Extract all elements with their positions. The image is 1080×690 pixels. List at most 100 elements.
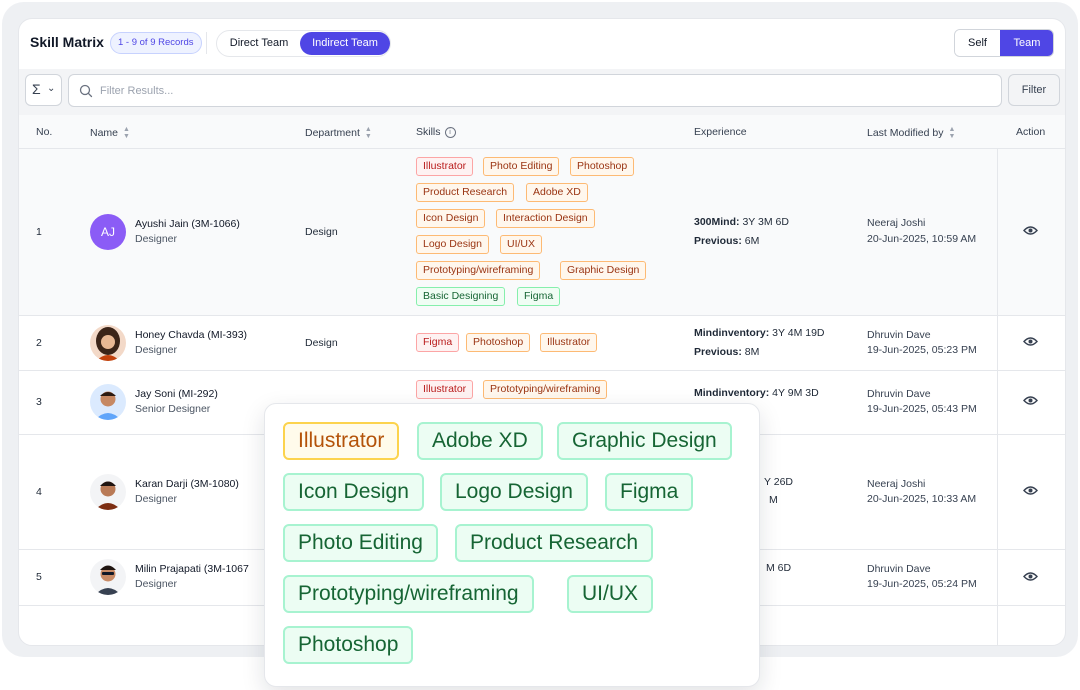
modified-by: Dhruvin Dave [867, 388, 931, 400]
skill-tag: Adobe XD [526, 183, 588, 202]
row-number: 2 [36, 337, 42, 349]
employee-role: Designer [135, 233, 178, 245]
modified-at: 20-Jun-2025, 10:59 AM [867, 233, 977, 245]
table-row[interactable]: 2 Honey Chavda (MI-393) Designer Design … [19, 316, 1065, 371]
col-header-action: Action [1016, 126, 1046, 138]
skill-tag: Icon Design [416, 209, 486, 228]
skill-tag: Illustrator [416, 380, 474, 399]
skill-tag: Photoshop [570, 157, 635, 176]
skill-tag: Graphic Design [560, 261, 647, 280]
filter-button[interactable]: Filter [1008, 74, 1060, 106]
eye-icon[interactable] [1023, 571, 1038, 582]
row-number: 3 [36, 396, 42, 408]
experience-previous: Previous: 6M [694, 235, 760, 247]
search-icon [79, 84, 93, 98]
records-count-badge: 1 - 9 of 9 Records [110, 32, 202, 54]
col-header-department[interactable]: Department ▲ ▼ [305, 126, 372, 140]
eye-icon[interactable] [1023, 336, 1038, 347]
skill-tag: Illustrator [540, 333, 598, 352]
sigma-icon: Σ [32, 81, 41, 97]
employee-name[interactable]: Honey Chavda (MI-393) [135, 329, 247, 341]
table-row[interactable]: 1 AJ Ayushi Jain (3M-1066) Designer Desi… [19, 149, 1065, 316]
employee-role: Designer [135, 493, 178, 505]
indirect-team-tab[interactable]: Indirect Team [300, 32, 390, 55]
employee-name[interactable]: Ayushi Jain (3M-1066) [135, 218, 240, 230]
skill-tag: Photoshop [466, 333, 531, 352]
modified-by: Neeraj Joshi [867, 478, 926, 490]
modified-at: 20-Jun-2025, 10:33 AM [867, 493, 977, 505]
popover-skill-tag: Figma [605, 473, 694, 511]
row-number: 1 [36, 226, 42, 238]
row-number: 4 [36, 486, 42, 498]
popover-skill-tag: Graphic Design [557, 422, 732, 460]
page-header: Skill Matrix 1 - 9 of 9 Records Direct T… [19, 19, 1065, 69]
col-header-experience: Experience [694, 126, 747, 138]
col-header-skills: Skills i [416, 126, 456, 138]
skill-tag: UI/UX [500, 235, 543, 254]
team-scope-toggle: Direct Team Indirect Team [216, 30, 391, 57]
direct-team-tab[interactable]: Direct Team [219, 32, 299, 55]
page-title: Skill Matrix [30, 34, 104, 50]
col-header-last-modified[interactable]: Last Modified by ▲ ▼ [867, 126, 955, 140]
skill-tag: Figma [416, 333, 460, 352]
col-header-name[interactable]: Name ▲ ▼ [90, 126, 130, 140]
filter-results-input[interactable] [100, 82, 980, 100]
modified-by: Neeraj Joshi [867, 217, 926, 229]
skill-tag: Basic Designing [416, 287, 506, 306]
popover-skill-tag: Prototyping/wireframing [283, 575, 534, 613]
modified-at: 19-Jun-2025, 05:23 PM [867, 344, 977, 356]
avatar [90, 559, 126, 595]
filter-bar: Σ ⌄ Filter [19, 69, 1065, 115]
avatar: AJ [90, 214, 126, 250]
chevron-down-icon: ⌄ [47, 83, 56, 94]
row-number: 5 [36, 571, 42, 583]
popover-skill-tag: Illustrator [283, 422, 400, 460]
avatar [90, 325, 126, 361]
experience-current: Y 26D [764, 476, 793, 488]
popover-skill-tag: Photo Editing [283, 524, 438, 562]
popover-skill-tag: Product Research [455, 524, 654, 562]
popover-skill-tag: UI/UX [567, 575, 654, 613]
avatar [90, 474, 126, 510]
employee-role: Designer [135, 578, 178, 590]
skill-tag: Figma [517, 287, 561, 306]
action-column-divider [997, 149, 998, 645]
popover-skill-tag: Icon Design [283, 473, 424, 511]
col-header-no: No. [36, 126, 53, 138]
sort-icon[interactable]: ▲ ▼ [365, 126, 372, 140]
skill-tag: Interaction Design [496, 209, 595, 228]
employee-role: Senior Designer [135, 403, 211, 415]
sort-icon[interactable]: ▲ ▼ [123, 126, 130, 140]
table-header: No. Name ▲ ▼ Department ▲ ▼ Skills i Experien… [19, 115, 1065, 149]
experience-current: M 6D [766, 562, 792, 574]
employee-name[interactable]: Milin Prajapati (3M-1067 [135, 563, 249, 575]
modified-at: 19-Jun-2025, 05:43 PM [867, 403, 977, 415]
modified-at: 19-Jun-2025, 05:24 PM [867, 578, 977, 590]
eye-icon[interactable] [1023, 395, 1038, 406]
skill-tag: Prototyping/wireframing [483, 380, 608, 399]
employee-role: Designer [135, 344, 178, 356]
self-team-toggle: Self Team [954, 29, 1054, 57]
employee-name[interactable]: Karan Darji (3M-1080) [135, 478, 239, 490]
search-box [68, 74, 1002, 107]
employee-name[interactable]: Jay Soni (MI-292) [135, 388, 218, 400]
header-divider [206, 32, 207, 54]
department: Design [305, 226, 338, 238]
skill-tag: Product Research [416, 183, 515, 202]
info-icon[interactable]: i [444, 126, 456, 138]
popover-skill-tag: Adobe XD [417, 422, 543, 460]
skills-popover: Illustrator Adobe XD Graphic Design Icon… [264, 403, 760, 687]
skill-tag: Prototyping/wireframing [416, 261, 541, 280]
eye-icon[interactable] [1023, 225, 1038, 236]
skill-tag: Illustrator [416, 157, 474, 176]
team-view-button[interactable]: Team [1000, 30, 1053, 56]
sort-icon[interactable]: ▲ ▼ [948, 126, 955, 140]
popover-skill-tag: Photoshop [283, 626, 414, 664]
experience-previous: Previous: 8M [694, 346, 760, 358]
modified-by: Dhruvin Dave [867, 563, 931, 575]
experience-current: Mindinventory: 4Y 9M 3D [694, 387, 819, 399]
aggregate-dropdown[interactable]: Σ ⌄ [25, 74, 62, 106]
eye-icon[interactable] [1023, 485, 1038, 496]
experience-current: Mindinventory: 3Y 4M 19D [694, 327, 825, 339]
self-view-button[interactable]: Self [955, 30, 1000, 56]
